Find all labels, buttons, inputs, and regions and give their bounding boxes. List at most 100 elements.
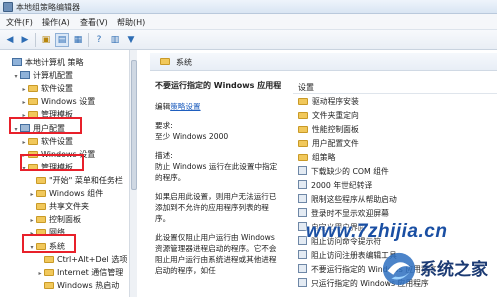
tree-item[interactable]: 本地计算机 策略 — [4, 57, 84, 69]
folder-icon — [36, 216, 46, 223]
settings-list-item-label: 限制这些程序从帮助启动 — [311, 195, 397, 204]
policy-setting-icon — [298, 180, 307, 189]
export-icon: ▦ — [73, 35, 83, 45]
menu-help[interactable]: 帮助(H) — [117, 17, 145, 28]
settings-list-item[interactable]: 登录时不显示欢迎屏幕 — [293, 207, 497, 221]
policy-setting-icon — [298, 250, 307, 259]
tree-item[interactable]: ▾ 计算机配置 — [12, 70, 73, 82]
settings-list-item[interactable]: 限制这些程序从帮助启动 — [293, 193, 497, 207]
tree-item[interactable]: Windows 热启动 — [36, 280, 119, 292]
filter-button[interactable]: ▼ — [124, 33, 138, 47]
watermark-site: www.7zhijia.cn — [306, 221, 448, 242]
watermark-logo-icon — [382, 252, 416, 286]
tree-item-label: Internet 通信管理 — [57, 268, 124, 277]
settings-list-item[interactable]: 驱动程序安装 — [293, 95, 497, 109]
tree-item[interactable]: ▸ Windows 设置 — [20, 96, 95, 108]
description-text: 防止 Windows 运行在此设置中指定的程序。 — [155, 162, 278, 182]
folder-icon — [36, 203, 46, 210]
edit-prefix: 编辑 — [155, 102, 171, 111]
policy-setting-icon — [298, 194, 307, 203]
up-button[interactable]: ▣ — [39, 33, 53, 47]
settings-list-item[interactable]: 用户配置文件 — [293, 137, 497, 151]
tree-icon: ▤ — [57, 35, 67, 45]
tree-item-label: 软件设置 — [41, 137, 73, 146]
tree-item[interactable]: Ctrl+Alt+Del 选项 — [36, 254, 127, 266]
requirements-value: 至少 Windows 2000 — [155, 132, 229, 141]
forward-button[interactable]: ▶ — [18, 33, 32, 47]
folder-icon — [298, 140, 308, 147]
tree-item[interactable]: ▸ 软件设置 — [20, 136, 73, 148]
folder-icon — [44, 269, 54, 276]
filter-icon: ▼ — [127, 35, 135, 45]
folder-icon — [36, 177, 46, 184]
folder-header: 系统 — [150, 53, 497, 71]
scrollbar-thumb[interactable] — [131, 60, 137, 190]
tree-item-label: "开始" 菜单和任务栏 — [49, 176, 123, 185]
tree-item-label: Windows 热启动 — [57, 281, 120, 290]
help-button[interactable]: ? — [92, 33, 106, 47]
app-icon — [3, 2, 13, 12]
edit-line: 编辑策略设置 — [155, 101, 281, 112]
properties-button[interactable]: ▥ — [108, 33, 122, 47]
toolbar: ◀ ▶ ▣ ▤ ▦ ? ▥ ▼ — [0, 30, 497, 50]
folder-icon — [298, 112, 308, 119]
title-bar: 本地组策略编辑器 — [0, 0, 497, 14]
collapsed-chevron-icon[interactable]: ▸ — [20, 137, 28, 149]
arrow-left-icon: ◀ — [6, 35, 14, 45]
tree-item-label: 软件设置 — [41, 84, 73, 93]
policy-setting-icon — [298, 166, 307, 175]
watermark-brand: 系统之家 — [420, 260, 488, 279]
collapsed-chevron-icon[interactable]: ▸ — [28, 215, 36, 227]
export-list-button[interactable]: ▦ — [71, 33, 85, 47]
settings-list-item[interactable]: 性能控制面板 — [293, 123, 497, 137]
settings-list-item-label: 下载缺少的 COM 组件 — [311, 167, 389, 176]
folder-icon — [44, 282, 54, 289]
tree-item[interactable]: ▸ 控制面板 — [28, 214, 81, 226]
show-tree-button[interactable]: ▤ — [55, 33, 69, 47]
expanded-chevron-icon[interactable]: ▾ — [12, 71, 20, 83]
settings-list-item-label: 用户配置文件 — [312, 139, 359, 148]
tree-scrollbar[interactable] — [129, 50, 137, 297]
folder-name: 系统 — [176, 58, 192, 67]
folder-icon — [298, 126, 308, 133]
list-column-header[interactable]: 设置 — [293, 78, 497, 94]
window-title: 本地组策略编辑器 — [16, 3, 80, 12]
folder-icon — [298, 154, 308, 161]
menu-bar: 文件(F) 操作(A) 查看(V) 帮助(H) — [0, 14, 497, 30]
tree-item[interactable]: ▸ Internet 通信管理 — [36, 267, 123, 279]
menu-action[interactable]: 操作(A) — [42, 17, 70, 28]
settings-list-item[interactable]: 文件夹重定向 — [293, 109, 497, 123]
back-button[interactable]: ◀ — [3, 33, 17, 47]
folder-up-icon: ▣ — [41, 35, 51, 45]
settings-list-item-label: 2000 年世纪转译 — [311, 181, 373, 190]
arrow-right-icon: ▶ — [21, 35, 29, 45]
settings-list-item-label: 驱动程序安装 — [312, 97, 359, 106]
menu-view[interactable]: 查看(V) — [80, 17, 108, 28]
help-icon: ? — [96, 35, 102, 45]
collapsed-chevron-icon[interactable]: ▸ — [20, 84, 28, 96]
description-label: 描述: — [155, 151, 173, 160]
tree-item[interactable]: "开始" 菜单和任务栏 — [28, 175, 123, 187]
properties-icon: ▥ — [110, 35, 120, 45]
highlight-system — [22, 234, 76, 253]
tree-item[interactable]: 共享文件夹 — [28, 201, 89, 213]
edit-policy-link[interactable]: 策略设置 — [170, 102, 200, 111]
folder-icon — [44, 256, 54, 263]
settings-list-item-label: 性能控制面板 — [312, 125, 359, 134]
tree-item[interactable]: ▸ Windows 组件 — [28, 188, 103, 200]
description-panel: 不要运行指定的 Windows 应用程序 编辑策略设置 要求: 至少 Windo… — [155, 80, 281, 297]
tree-item-label: 控制面板 — [49, 215, 81, 224]
settings-list-item[interactable]: 下载缺少的 COM 组件 — [293, 165, 497, 179]
settings-list-item[interactable]: 组策略 — [293, 151, 497, 165]
collapsed-chevron-icon[interactable]: ▸ — [20, 97, 28, 109]
tree-item[interactable]: ▸ 软件设置 — [20, 83, 73, 95]
tree-item-label: Windows 组件 — [49, 189, 104, 198]
highlight-admin-templates — [20, 154, 84, 171]
toolbar-separator — [88, 33, 89, 47]
menu-file[interactable]: 文件(F) — [6, 17, 33, 28]
folder-icon — [36, 190, 46, 197]
settings-list-item[interactable]: 2000 年世纪转译 — [293, 179, 497, 193]
collapsed-chevron-icon[interactable]: ▸ — [36, 268, 44, 280]
requirements-label: 要求: — [155, 121, 173, 130]
collapsed-chevron-icon[interactable]: ▸ — [28, 189, 36, 201]
